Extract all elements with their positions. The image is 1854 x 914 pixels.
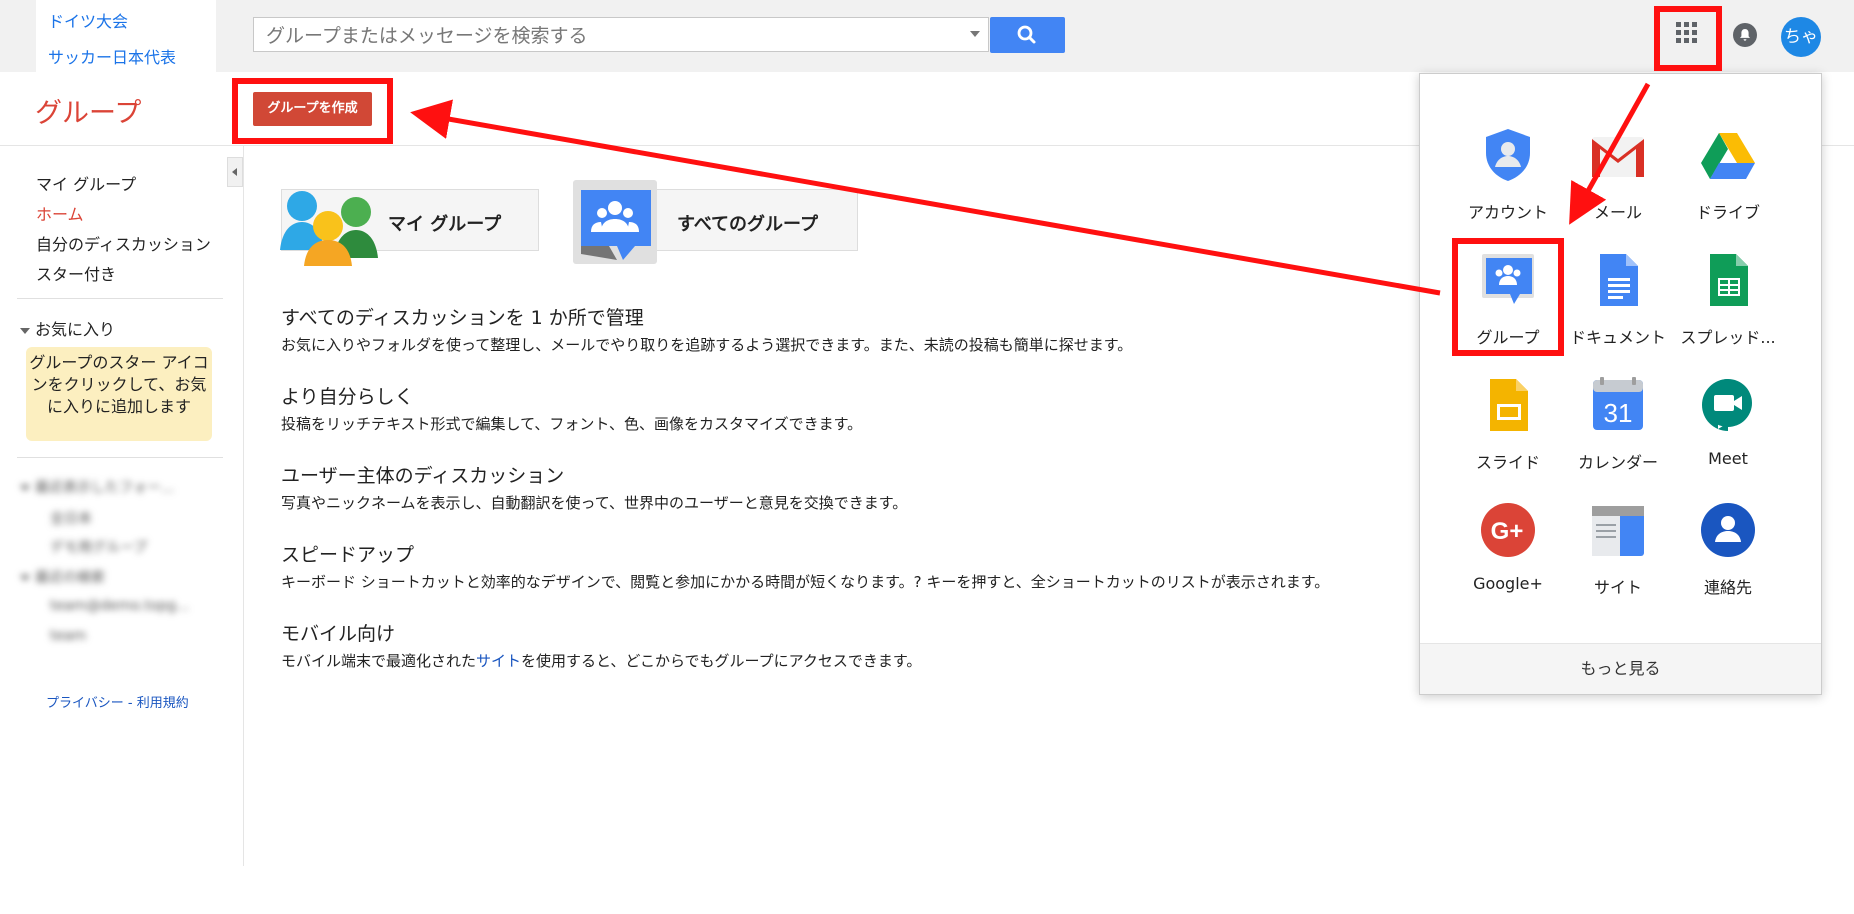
privacy-terms-link[interactable]: プライバシー - 利用規約 — [46, 692, 189, 711]
slides-icon — [1490, 379, 1528, 431]
feature-description: モバイル端末で最適化されたサイトを使用すると、どこからでもグループにアクセスでき… — [281, 650, 921, 671]
expand-triangle-icon — [20, 485, 30, 491]
sidebar-divider — [243, 146, 244, 866]
app-label: ドキュメント — [1569, 328, 1666, 347]
favorites-header[interactable]: お気に入り — [20, 316, 115, 340]
search-input[interactable] — [264, 18, 958, 53]
expand-triangle-icon — [20, 575, 30, 581]
feature-title: より自分らしく — [281, 386, 414, 408]
search-icon — [1017, 25, 1036, 44]
recent-groups-header-label: 最近表示したフォー... — [35, 480, 175, 496]
app-gmail[interactable]: メール — [1563, 127, 1673, 239]
sidebar-item-starred[interactable]: スター付き — [36, 261, 116, 285]
recent-search-item[interactable]: team@demo.topg... — [50, 598, 189, 614]
mobile-site-link[interactable]: サイト — [476, 652, 521, 670]
mobile-text-before: モバイル端末で最適化された — [281, 652, 477, 670]
meet-icon — [1702, 379, 1752, 431]
app-label: アカウント — [1467, 203, 1548, 222]
app-sites[interactable]: サイト — [1563, 502, 1673, 614]
account-avatar[interactable]: ちゃ — [1781, 17, 1821, 57]
search-box — [253, 17, 989, 53]
favorites-tip: グループのスター アイコンをクリックして、お気に入りに追加します — [26, 347, 212, 441]
sheets-icon — [1710, 254, 1748, 306]
recent-groups-strip: ドイツ大会 サッカー日本代表 — [36, 0, 216, 72]
app-drive[interactable]: ドライブ — [1673, 127, 1783, 239]
app-docs[interactable]: ドキュメント — [1563, 252, 1673, 364]
my-groups-card-label: マイ グループ — [388, 214, 502, 235]
gmail-icon — [1592, 137, 1644, 177]
app-label: 連絡先 — [1703, 578, 1752, 597]
groups-icon — [573, 180, 657, 264]
app-sheets[interactable]: スプレッド... — [1673, 252, 1783, 364]
app-label: Meet — [1708, 449, 1748, 468]
app-label: ドライブ — [1695, 203, 1760, 222]
recent-search-item[interactable]: team — [50, 628, 86, 644]
feature-title: スピードアップ — [281, 544, 415, 566]
feature-description: 投稿をリッチテキスト形式で編集して、フォント、色、画像をカスタマイズできます。 — [281, 415, 863, 433]
people-group-icon — [280, 191, 378, 266]
annotation-box-groups-app — [1452, 238, 1564, 356]
sidebar-item-my-discussions[interactable]: 自分のディスカッション — [36, 231, 211, 255]
app-google-plus[interactable]: G+ Google+ — [1453, 502, 1563, 614]
app-label: Google+ — [1473, 574, 1543, 593]
app-label: サイト — [1593, 578, 1642, 597]
sidebar-collapse-button[interactable] — [227, 157, 243, 187]
account-icon — [1486, 129, 1530, 181]
feature-description: 写真やニックネームを表示し、自動翻訳を使って、世界中のユーザーと意見を交換できま… — [281, 494, 908, 512]
recent-searches-header[interactable]: 最近の検索 — [20, 567, 105, 587]
docs-icon — [1600, 254, 1638, 306]
sidebar-divider-line — [17, 457, 223, 458]
recent-group-item[interactable]: デモ用グループ — [50, 537, 147, 557]
mobile-text-after: を使用すると、どこからでもグループにアクセスできます。 — [521, 652, 922, 670]
app-slides[interactable]: スライド — [1453, 377, 1563, 489]
feature-title: ユーザー主体のディスカッション — [281, 465, 565, 487]
app-label: スプレッド... — [1680, 328, 1776, 347]
contacts-icon — [1701, 503, 1755, 557]
google-plus-icon: G+ — [1481, 503, 1535, 557]
app-calendar[interactable]: 31 カレンダー — [1563, 377, 1673, 489]
more-apps-button[interactable]: もっと見る — [1420, 643, 1821, 694]
feature-description: キーボード ショートカットと効率的なデザインで、閲覧と参加にかかる時間が短くなり… — [281, 573, 1330, 591]
recent-searches-header-label: 最近の検索 — [35, 570, 105, 586]
sidebar-item-my-groups[interactable]: マイ グループ — [36, 171, 136, 195]
calendar-icon: 31 — [1593, 377, 1643, 430]
feature-description: お気に入りやフォルダを使って整理し、メールでやり取りを追跡するよう選択できます。… — [281, 336, 1133, 354]
search-button[interactable] — [990, 17, 1065, 53]
recent-groups-header[interactable]: 最近表示したフォー... — [20, 477, 174, 497]
svg-text:G+: G+ — [1491, 518, 1524, 545]
app-contacts[interactable]: 連絡先 — [1673, 502, 1783, 614]
feature-title: すべてのディスカッションを 1 か所で管理 — [281, 307, 644, 329]
app-meet[interactable]: Meet — [1673, 377, 1783, 489]
drive-icon — [1701, 133, 1755, 179]
notifications-bell-icon[interactable] — [1733, 23, 1757, 47]
recent-group-link[interactable]: サッカー日本代表 — [48, 44, 176, 68]
sites-icon — [1592, 506, 1644, 556]
google-apps-panel: アカウント メール ドライブ グループ ドキュメント スプレッド... スライド… — [1419, 73, 1822, 695]
app-label: メール — [1593, 203, 1642, 222]
feature-title: モバイル向け — [281, 623, 396, 645]
sidebar-divider-line — [17, 298, 223, 299]
app-account[interactable]: アカウント — [1453, 127, 1563, 239]
page-title: グループ — [35, 98, 142, 129]
recent-group-link[interactable]: ドイツ大会 — [48, 8, 128, 32]
all-groups-card-label: すべてのグループ — [677, 214, 818, 235]
app-label: カレンダー — [1577, 453, 1658, 472]
search-options-dropdown[interactable] — [970, 31, 980, 37]
app-label: スライド — [1475, 453, 1540, 472]
recent-group-item[interactable]: 全日本 — [50, 508, 92, 528]
annotation-box-apps-button — [1654, 6, 1722, 71]
annotation-box-create-group — [232, 78, 393, 144]
expand-triangle-icon — [20, 327, 30, 334]
sidebar-item-home[interactable]: ホーム — [36, 201, 84, 225]
calendar-day: 31 — [1604, 398, 1633, 428]
favorites-header-label: お気に入り — [35, 320, 116, 339]
